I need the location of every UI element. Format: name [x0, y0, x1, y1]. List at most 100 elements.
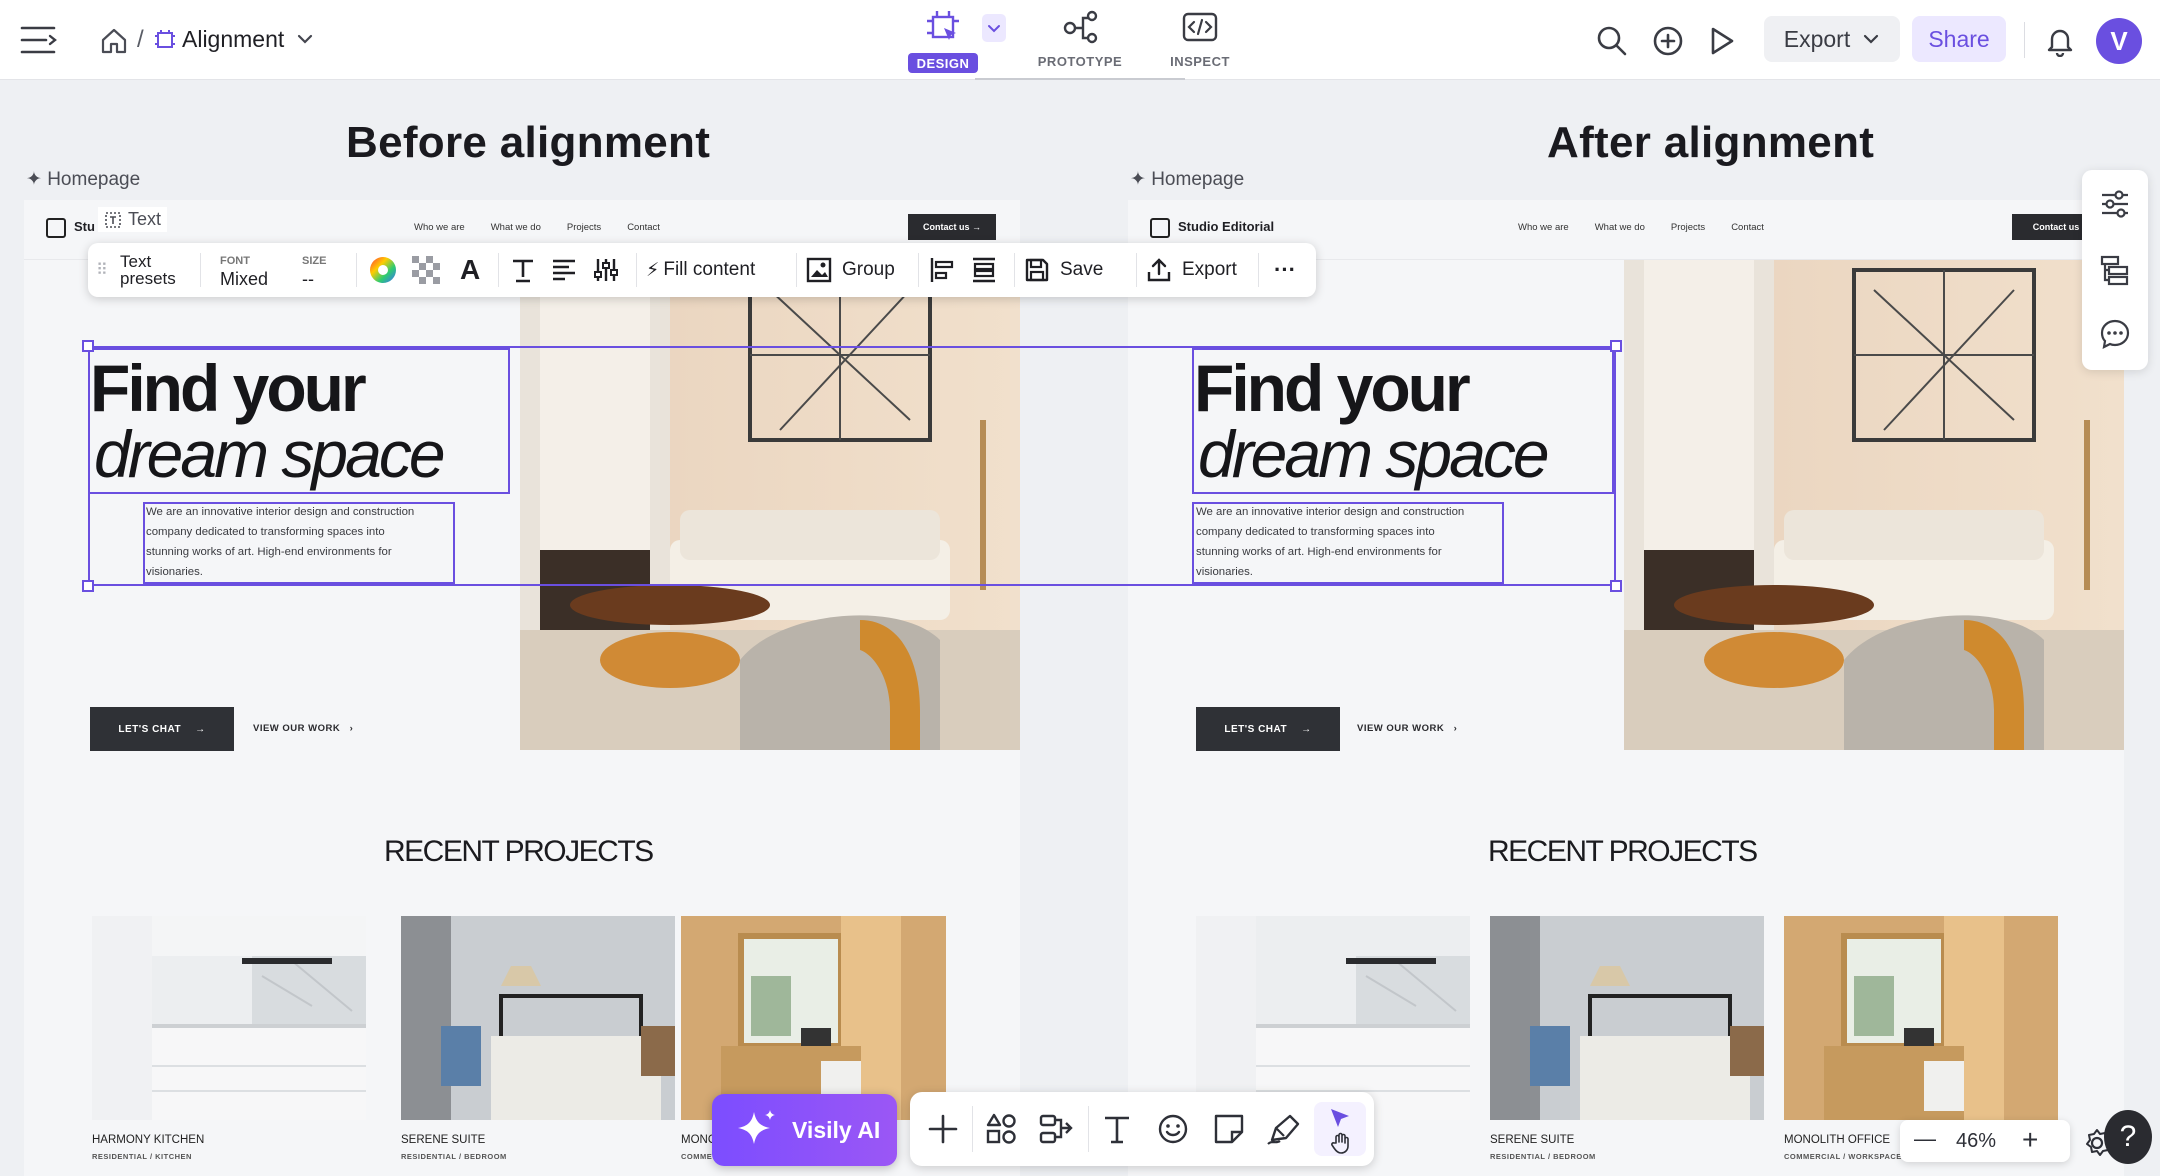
- nav-link[interactable]: Contact: [1731, 222, 1764, 233]
- tab-prototype[interactable]: PROTOTYPE: [1030, 8, 1130, 74]
- image-frame-icon: [806, 257, 832, 283]
- components-icon[interactable]: [1038, 1112, 1074, 1146]
- divider: [636, 253, 637, 287]
- project-name: SERENE SUITE: [401, 1134, 486, 1146]
- zoom-control: — 46% +: [1900, 1120, 2070, 1162]
- view-work-link[interactable]: VIEW OUR WORK ›: [1357, 723, 1457, 734]
- size-selector[interactable]: SIZE --: [302, 243, 326, 297]
- text-format-icon[interactable]: [508, 243, 538, 297]
- save-label: Save: [1060, 259, 1104, 280]
- contact-button[interactable]: Contact us →: [908, 214, 996, 240]
- chevron-down-icon[interactable]: [296, 32, 314, 46]
- share-button[interactable]: Share: [1912, 16, 2006, 62]
- visily-ai-button[interactable]: Visily AI: [712, 1094, 897, 1166]
- divider: [498, 253, 499, 287]
- font-selector[interactable]: FONT Mixed: [220, 243, 268, 297]
- lets-chat-button[interactable]: LET'S CHAT →: [1196, 707, 1340, 751]
- save-button[interactable]: Save: [1024, 243, 1103, 297]
- pen-icon[interactable]: [1266, 1112, 1302, 1146]
- shapes-icon[interactable]: [984, 1112, 1018, 1146]
- menu-icon[interactable]: [20, 24, 58, 56]
- sparkle-icon: [738, 1110, 775, 1144]
- comment-icon[interactable]: [2099, 318, 2131, 350]
- distribute-icon[interactable]: [970, 243, 998, 297]
- project-image-kitchen[interactable]: [92, 916, 366, 1120]
- frame-label-after[interactable]: ✦ Homepage: [1130, 168, 1244, 191]
- divider: [918, 253, 919, 287]
- project-image-office[interactable]: [1784, 916, 2058, 1120]
- bell-icon[interactable]: [2046, 25, 2074, 57]
- nav-link[interactable]: Projects: [1671, 222, 1705, 233]
- resize-handle[interactable]: [82, 340, 94, 352]
- canvas[interactable]: Before alignment After alignment ✦ Homep…: [0, 80, 2160, 1176]
- align-objects-icon[interactable]: [928, 243, 956, 297]
- project-image-office[interactable]: [681, 916, 946, 1120]
- avatar[interactable]: V: [2096, 18, 2142, 64]
- design-dropdown-icon[interactable]: [982, 14, 1006, 42]
- text-presets-button[interactable]: Text presets: [120, 243, 176, 297]
- visily-ai-label: Visily AI: [792, 1116, 881, 1143]
- fill-content-button[interactable]: ⚡ Fill content: [646, 243, 755, 297]
- nav-link[interactable]: Who we are: [1518, 222, 1569, 233]
- add-icon[interactable]: [926, 1112, 960, 1146]
- tab-inspect-label: INSPECT: [1170, 54, 1230, 69]
- file-name[interactable]: Alignment: [182, 26, 284, 53]
- export-dropdown-button[interactable]: Export: [1764, 16, 1900, 62]
- zoom-in-button[interactable]: +: [2022, 1124, 2038, 1156]
- align-left-icon[interactable]: [550, 243, 578, 297]
- lets-chat-button[interactable]: LET'S CHAT →: [90, 707, 234, 751]
- search-icon[interactable]: [1596, 25, 1628, 57]
- add-circle-icon[interactable]: [1652, 25, 1684, 57]
- project-subtitle: RESIDENTIAL / KITCHEN: [92, 1152, 192, 1161]
- resize-handle[interactable]: [1610, 340, 1622, 352]
- tab-inspect[interactable]: INSPECT: [1160, 8, 1240, 74]
- project-image-bedroom[interactable]: [1490, 916, 1764, 1120]
- nav-link[interactable]: Contact: [627, 222, 660, 233]
- drag-handle-icon[interactable]: ⠿: [96, 243, 108, 297]
- font-value: Mixed: [220, 269, 269, 289]
- tab-design[interactable]: DESIGN: [908, 8, 978, 74]
- hand-icon[interactable]: [1330, 1132, 1352, 1154]
- divider: [1258, 253, 1259, 287]
- text-tool-icon[interactable]: [1100, 1112, 1134, 1146]
- zoom-level[interactable]: 46%: [1956, 1130, 1996, 1153]
- more-icon[interactable]: ···: [1274, 243, 1296, 297]
- nav-link[interactable]: Projects: [567, 222, 601, 233]
- size-label: SIZE: [302, 255, 327, 267]
- opacity-icon[interactable]: [412, 243, 440, 297]
- fill-content-label: Fill content: [663, 259, 756, 280]
- adjust-sliders-icon[interactable]: [592, 243, 620, 297]
- sliders-icon[interactable]: [2099, 188, 2131, 220]
- project-image-bedroom[interactable]: [401, 916, 675, 1120]
- view-work-link[interactable]: VIEW OUR WORK ›: [253, 723, 353, 734]
- emoji-icon[interactable]: [1156, 1112, 1190, 1146]
- zoom-out-button[interactable]: —: [1914, 1126, 1936, 1152]
- nav-link[interactable]: Who we are: [414, 222, 465, 233]
- help-button[interactable]: ?: [2104, 1110, 2152, 1164]
- nav-link[interactable]: What we do: [1595, 222, 1645, 233]
- home-icon[interactable]: [100, 27, 128, 55]
- selection-tag: Text: [98, 207, 168, 232]
- divider: [356, 253, 357, 287]
- divider: [972, 1106, 973, 1152]
- chevron-right-icon: ›: [340, 723, 354, 734]
- sticky-note-icon[interactable]: [1212, 1112, 1246, 1146]
- color-wheel-icon[interactable]: [368, 243, 398, 297]
- project-image-kitchen[interactable]: [1196, 916, 1470, 1120]
- group-button[interactable]: Group: [806, 243, 895, 297]
- contact-label: Contact us: [2032, 222, 2080, 232]
- project-subtitle: COMMERCIAL / WORKSPACE: [1784, 1152, 1902, 1161]
- resize-handle[interactable]: [82, 580, 94, 592]
- font-style-icon[interactable]: A: [460, 243, 480, 297]
- cursor-icon[interactable]: [1328, 1106, 1352, 1130]
- nav-link[interactable]: What we do: [491, 222, 541, 233]
- play-icon[interactable]: [1708, 26, 1736, 56]
- export-button[interactable]: Export: [1146, 243, 1237, 297]
- frame-label-before[interactable]: ✦ Homepage: [26, 168, 140, 191]
- text-frame-icon: [105, 211, 121, 228]
- group-selection-box[interactable]: [88, 346, 1616, 586]
- selection-tag-label: Text: [128, 209, 162, 229]
- resize-handle[interactable]: [1610, 580, 1622, 592]
- layers-icon[interactable]: [2099, 254, 2131, 286]
- site-nav-links: Who we are What we do Projects Contact: [414, 222, 660, 233]
